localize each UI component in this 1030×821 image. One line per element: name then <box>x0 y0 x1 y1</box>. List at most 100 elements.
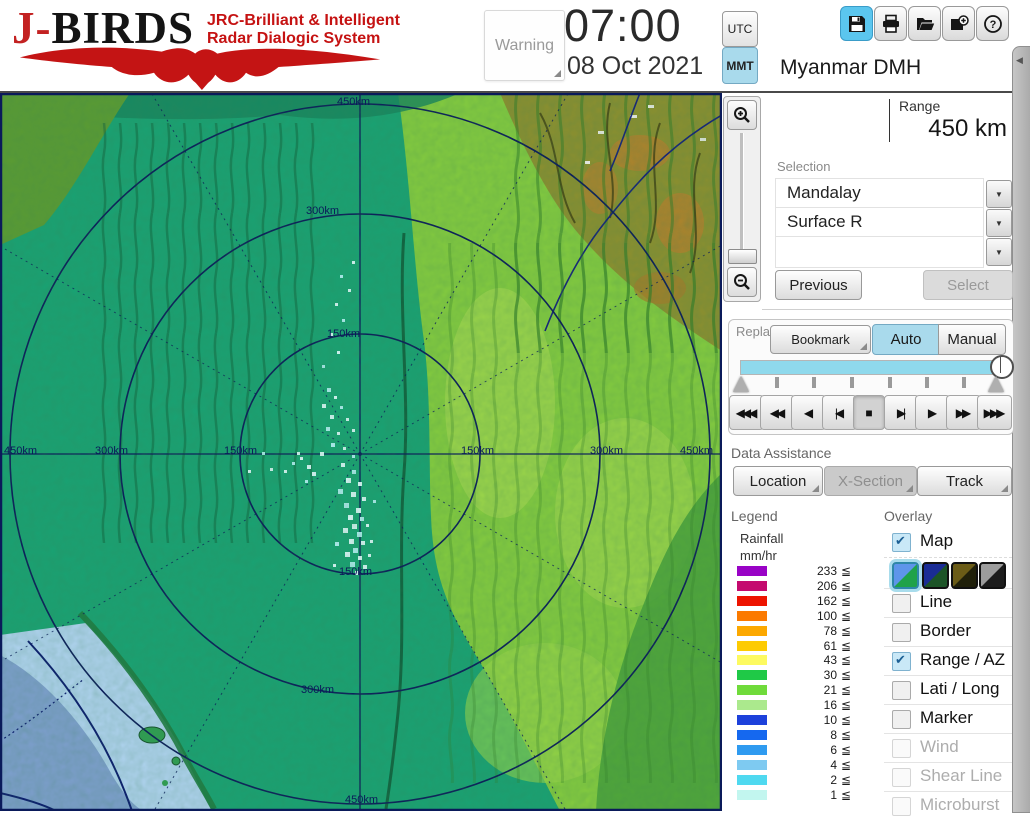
legend-lte-symbol: ≦ <box>841 757 852 772</box>
add-image-button[interactable] <box>942 6 975 41</box>
map-style-swatch-2[interactable] <box>922 562 949 589</box>
overlay-row-map: Map <box>884 528 1012 557</box>
step-forward-button[interactable]: ▶| <box>884 395 919 430</box>
slider-tick <box>775 377 779 388</box>
range-label: 450km <box>337 96 371 108</box>
map-style-swatch-1[interactable] <box>892 562 919 589</box>
collapse-arrow-icon: ◀ <box>1016 55 1023 65</box>
overlay-checkbox[interactable] <box>892 623 911 642</box>
legend-lte-symbol: ≦ <box>841 742 852 757</box>
legend-lte-symbol: ≦ <box>841 683 852 698</box>
forward-button[interactable]: ▶▶ <box>946 395 981 430</box>
previous-button[interactable]: Previous <box>775 270 862 300</box>
dropdown-arrow-site[interactable]: ▼ <box>986 180 1012 208</box>
legend-value: 8 <box>830 727 837 742</box>
legend-value: 4 <box>830 757 837 772</box>
overlay-checkbox <box>892 797 911 816</box>
legend-value: 16 <box>823 698 837 713</box>
radar-map-display[interactable]: 450km 300km 150km 150km 300km 450km 450km 300km… <box>0 3 811 821</box>
range-value: 450 km <box>928 115 1007 142</box>
overlay-checkbox[interactable] <box>892 533 911 552</box>
slider-tick <box>850 377 854 388</box>
overlay-checkbox-label: Line <box>920 592 953 611</box>
legend-lte-symbol: ≦ <box>841 668 852 683</box>
map-style-swatch-4[interactable] <box>979 562 1006 589</box>
slider-tick <box>962 377 966 388</box>
track-button[interactable]: Track <box>917 466 1012 496</box>
selection-row-extra[interactable] <box>775 236 984 268</box>
bookmark-button[interactable]: Bookmark <box>770 325 871 354</box>
legend-value: 61 <box>823 638 837 653</box>
dropdown-arrow-product[interactable]: ▼ <box>986 209 1012 237</box>
select-button[interactable]: Select <box>923 270 1013 300</box>
legend-section-label: Legend <box>731 508 778 524</box>
legend-lte-symbol: ≦ <box>841 713 852 727</box>
overlay-checkbox[interactable] <box>892 681 911 700</box>
location-button[interactable]: Location <box>733 466 823 496</box>
legend-value: 21 <box>823 683 837 698</box>
stop-button[interactable]: ■ <box>853 395 885 430</box>
timezone-utc-button[interactable]: UTC <box>722 11 758 47</box>
legend-color-swatch <box>737 759 767 770</box>
legend-lte-symbol: ≦ <box>841 578 852 593</box>
print-button[interactable] <box>874 6 907 41</box>
range-divider <box>889 99 890 142</box>
legend-color-swatch <box>737 595 767 606</box>
manual-mode-button[interactable]: Manual <box>938 324 1006 355</box>
rewind-fast-button[interactable]: ◀◀◀ <box>729 395 764 430</box>
forward-fast-button[interactable]: ▶▶▶ <box>977 395 1012 430</box>
data-assistance-label: Data Assistance <box>731 445 832 461</box>
overlay-checkbox-label: Range / AZ <box>920 650 1006 669</box>
dropdown-arrow-extra[interactable]: ▼ <box>986 238 1012 266</box>
zoom-out-button[interactable] <box>727 267 757 297</box>
overlay-checkbox <box>892 768 911 787</box>
save-button[interactable] <box>840 6 873 41</box>
slider-start-marker[interactable] <box>733 376 749 392</box>
slider-tick <box>888 377 892 388</box>
clock-date: 08 Oct 2021 <box>567 52 704 80</box>
zoom-in-button[interactable] <box>727 100 757 130</box>
auto-mode-button[interactable]: Auto <box>872 324 940 355</box>
legend-color-swatch <box>737 729 767 740</box>
range-label: Range <box>899 98 941 114</box>
svg-text:?: ? <box>989 19 996 31</box>
zoom-slider-handle[interactable] <box>728 249 757 264</box>
chevron-down-icon: ▼ <box>995 189 1003 199</box>
panel-collapse-strip[interactable]: ◀ <box>1012 46 1030 813</box>
help-button[interactable]: ? <box>976 6 1009 41</box>
play-button[interactable]: ▶ <box>915 395 950 430</box>
slider-end-marker[interactable] <box>988 376 1004 392</box>
timezone-mmt-button[interactable]: MMT <box>722 47 758 84</box>
range-label: 150km <box>339 566 373 578</box>
chevron-down-icon: ▼ <box>995 218 1003 228</box>
zoom-slider-track[interactable] <box>740 133 744 263</box>
overlay-row-wind: Wind <box>884 733 1012 763</box>
clock-time: 07:00 <box>564 0 682 51</box>
range-label: 150km <box>327 328 361 340</box>
play-reverse-button[interactable]: ◀ <box>791 395 826 430</box>
step-back-button[interactable]: |◀ <box>822 395 857 430</box>
legend-lte-symbol: ≦ <box>841 564 852 578</box>
legend-lte-symbol: ≦ <box>841 623 852 638</box>
legend-color-swatch <box>737 670 767 681</box>
warning-button[interactable]: Warning <box>484 10 565 81</box>
selection-row-site[interactable]: Mandalay <box>775 178 984 210</box>
replay-slider-track[interactable] <box>740 360 1004 375</box>
overlay-checkbox[interactable] <box>892 652 911 671</box>
selection-row-product[interactable]: Surface R <box>775 207 984 239</box>
overlay-row-border: Border <box>884 617 1012 647</box>
range-ring-labels: 450km 300km 150km 150km 300km 450km 450km 300km… <box>0 93 722 811</box>
overlay-row-range-az: Range / AZ <box>884 646 1012 676</box>
legend-color-swatch <box>737 625 767 636</box>
legend-value: 100 <box>816 608 837 623</box>
overlay-checkbox[interactable] <box>892 710 911 729</box>
open-folder-button[interactable] <box>908 6 941 41</box>
map-style-swatch-3[interactable] <box>951 562 978 589</box>
range-label: 450km <box>680 445 714 457</box>
rewind-button[interactable]: ◀◀ <box>760 395 795 430</box>
selection-section-label: Selection <box>777 159 831 174</box>
legend-value: 233 <box>816 564 837 578</box>
overlay-checkbox-label: Map <box>920 531 954 550</box>
overlay-checkbox[interactable] <box>892 594 911 613</box>
legend-lte-symbol: ≦ <box>841 653 852 668</box>
